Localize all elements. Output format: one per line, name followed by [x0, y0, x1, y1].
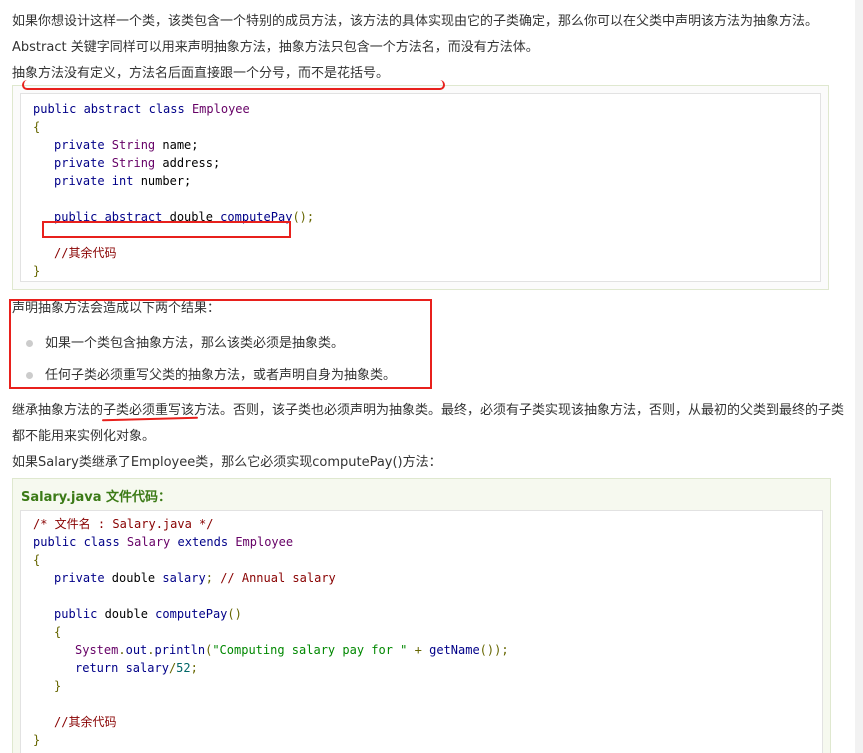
inherit-paragraph-3: 如果Salary类继承了Employee类，那么它必须实现computePay(… — [12, 455, 442, 470]
code-line: } — [33, 733, 41, 747]
annotation-rect-consequences — [9, 299, 432, 389]
code-line: } — [54, 679, 62, 693]
code-block-inner: public abstract class Employee { private… — [20, 93, 821, 282]
example-box: Salary.java 文件代码： /* 文件名 : Salary.java *… — [12, 478, 831, 753]
code-line: { — [54, 625, 62, 639]
code-line: public class Salary extends Employee — [33, 535, 294, 549]
code-block-employee: public abstract class Employee { private… — [12, 85, 829, 290]
code-line: private String address; — [54, 156, 221, 170]
code-comment: //其余代码 — [54, 715, 117, 729]
code-line: { — [33, 120, 41, 134]
code-line: private double salary; // Annual salary — [54, 571, 336, 585]
scrollbar[interactable] — [855, 0, 863, 753]
code-line: private int number; — [54, 174, 192, 188]
intro-paragraph-1: 如果你想设计这样一个类，该类包含一个特别的成员方法，该方法的具体实现由它的子类确… — [12, 14, 819, 29]
code-line: public double computePay() — [54, 607, 242, 621]
code-line: System.out.println("Computing salary pay… — [75, 643, 509, 657]
inherit-paragraph-1: 继承抽象方法的子类必须重写该方法。否则，该子类也必须声明为抽象类。最终，必须有子… — [12, 403, 845, 418]
code-line: private String name; — [54, 138, 199, 152]
inherit-paragraph-2: 都不能用来实例化对象。 — [12, 429, 156, 444]
code-line: return salary/52; — [75, 661, 198, 675]
code-line: } — [33, 264, 41, 278]
code-comment: /* 文件名 : Salary.java */ — [33, 517, 214, 531]
code-comment: //其余代码 — [54, 246, 117, 260]
intro-paragraph-2: Abstract 关键字同样可以用来声明抽象方法，抽象方法只包含一个方法名，而没… — [12, 40, 539, 55]
code-block-salary: /* 文件名 : Salary.java */ public class Sal… — [20, 510, 823, 753]
annotation-underline-rect — [22, 80, 445, 90]
example-title: Salary.java 文件代码： — [21, 490, 171, 505]
code-line: { — [33, 553, 41, 567]
annotation-rect-method — [42, 221, 291, 238]
code-line: public abstract class Employee — [33, 102, 250, 116]
